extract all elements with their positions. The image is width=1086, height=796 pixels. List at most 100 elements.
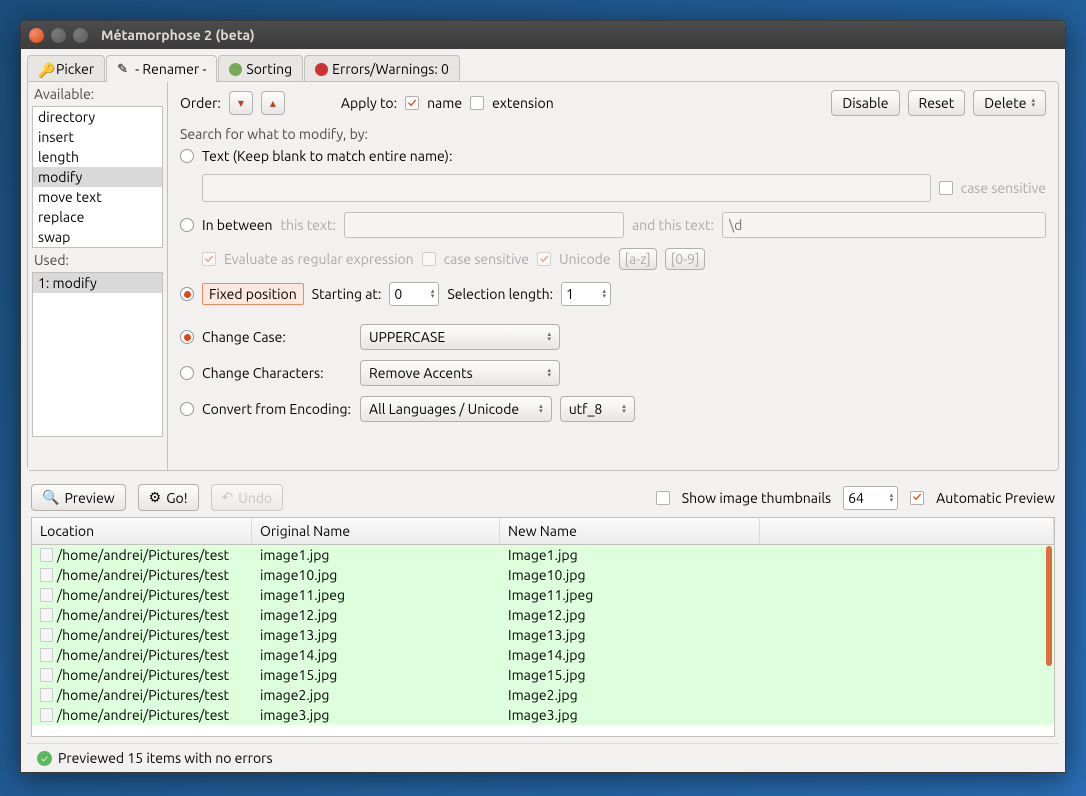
file-icon bbox=[40, 588, 53, 602]
between-start-input[interactable] bbox=[344, 212, 624, 238]
titlebar[interactable]: Métamorphose 2 (beta) bbox=[21, 21, 1065, 49]
sort-icon bbox=[229, 63, 242, 76]
apply-name-checkbox[interactable] bbox=[405, 96, 419, 110]
show-thumbnails-checkbox[interactable] bbox=[656, 491, 670, 505]
change-case-dropdown[interactable]: UPPERCASE ▴▾ bbox=[360, 324, 560, 350]
file-icon bbox=[40, 688, 53, 702]
maximize-icon[interactable] bbox=[73, 28, 88, 43]
main-panel: Order: ▾ ▴ Apply to: name extension Disa… bbox=[168, 82, 1058, 470]
renamer-panel: Available: directory insert length modif… bbox=[27, 81, 1059, 471]
case-sensitive-checkbox-2[interactable] bbox=[422, 252, 436, 266]
col-original-name[interactable]: Original Name bbox=[252, 518, 500, 544]
go-button[interactable]: ⚙ Go! bbox=[138, 484, 199, 511]
table-row[interactable]: /home/andrei/Pictures/testimage12.jpgIma… bbox=[32, 605, 1054, 625]
minimize-icon[interactable] bbox=[51, 28, 66, 43]
encoding-target-dropdown[interactable]: utf_8 ▴▾ bbox=[560, 396, 635, 422]
apply-extension-checkbox[interactable] bbox=[470, 96, 484, 110]
go-icon: ⚙ bbox=[149, 489, 162, 506]
change-chars-dropdown[interactable]: Remove Accents ▴▾ bbox=[360, 360, 560, 386]
table-row[interactable]: /home/andrei/Pictures/testimage3.jpgImag… bbox=[32, 705, 1054, 725]
used-list[interactable]: 1: modify bbox=[32, 272, 163, 437]
n09-button[interactable]: [0-9] bbox=[665, 248, 706, 270]
key-icon: 🔑 bbox=[38, 62, 52, 76]
delete-button[interactable]: Delete ▴▾ bbox=[973, 90, 1046, 116]
table-row[interactable]: /home/andrei/Pictures/testimage11.jpegIm… bbox=[32, 585, 1054, 605]
chevron-updown-icon: ▴▾ bbox=[547, 332, 551, 342]
table-row[interactable]: /home/andrei/Pictures/testimage10.jpgIma… bbox=[32, 565, 1054, 585]
status-text: Previewed 15 items with no errors bbox=[58, 750, 273, 766]
between-end-input[interactable] bbox=[722, 212, 1046, 238]
main-tabs: 🔑 Picker ✎ - Renamer - Sorting Errors/Wa… bbox=[21, 49, 1065, 82]
auto-preview-checkbox[interactable] bbox=[910, 491, 924, 505]
tab-renamer[interactable]: ✎ - Renamer - bbox=[106, 55, 217, 82]
undo-button[interactable]: ↶ Undo bbox=[211, 484, 284, 511]
col-location[interactable]: Location bbox=[32, 518, 252, 544]
radio-fixed-position[interactable] bbox=[180, 287, 194, 301]
table-row[interactable]: /home/andrei/Pictures/testimage15.jpgIma… bbox=[32, 665, 1054, 685]
search-section-label: Search for what to modify, by: bbox=[180, 126, 1046, 142]
avail-insert[interactable]: insert bbox=[33, 127, 162, 147]
table-header: Location Original Name New Name bbox=[32, 518, 1054, 545]
renamer-icon: ✎ bbox=[117, 62, 131, 76]
file-icon bbox=[40, 628, 53, 642]
avail-swap[interactable]: swap bbox=[33, 227, 162, 247]
table-row[interactable]: /home/andrei/Pictures/testimage13.jpgIma… bbox=[32, 625, 1054, 645]
preview-button[interactable]: 🔍 Preview bbox=[31, 484, 126, 511]
file-icon bbox=[40, 668, 53, 682]
close-icon[interactable] bbox=[29, 28, 44, 43]
chevron-updown-icon: ▴▾ bbox=[547, 368, 551, 378]
avail-replace[interactable]: replace bbox=[33, 207, 162, 227]
col-rest bbox=[760, 518, 1054, 544]
text-match-input[interactable] bbox=[202, 174, 931, 202]
apply-to-label: Apply to: bbox=[341, 95, 397, 111]
radio-change-case[interactable] bbox=[180, 330, 194, 344]
tab-picker[interactable]: 🔑 Picker bbox=[27, 55, 105, 82]
unicode-checkbox[interactable] bbox=[537, 252, 551, 266]
radio-in-between[interactable] bbox=[180, 218, 194, 232]
disable-button[interactable]: Disable bbox=[831, 90, 899, 116]
fixed-position-label: Fixed position bbox=[202, 283, 304, 305]
radio-change-chars[interactable] bbox=[180, 366, 194, 380]
avail-move-text[interactable]: move text bbox=[33, 187, 162, 207]
case-sensitive-checkbox-1[interactable] bbox=[939, 181, 953, 195]
eval-regex-checkbox[interactable] bbox=[202, 252, 216, 266]
tab-sorting[interactable]: Sorting bbox=[218, 55, 303, 82]
sidebar: Available: directory insert length modif… bbox=[28, 82, 168, 470]
order-down-button[interactable]: ▾ bbox=[229, 91, 253, 115]
table-row[interactable]: /home/andrei/Pictures/testimage1.jpgImag… bbox=[32, 545, 1054, 565]
used-modify[interactable]: 1: modify bbox=[33, 273, 162, 293]
spinner-icon[interactable]: ▴▾ bbox=[890, 493, 894, 503]
col-new-name[interactable]: New Name bbox=[500, 518, 760, 544]
avail-length[interactable]: length bbox=[33, 147, 162, 167]
spinner-icon[interactable]: ▴▾ bbox=[603, 289, 607, 299]
available-label: Available: bbox=[28, 82, 167, 106]
scrollbar[interactable] bbox=[1046, 546, 1052, 666]
tab-errors[interactable]: Errors/Warnings: 0 bbox=[304, 55, 460, 82]
undo-icon: ↶ bbox=[222, 489, 234, 506]
avail-directory[interactable]: directory bbox=[33, 107, 162, 127]
chevron-updown-icon: ▴▾ bbox=[622, 404, 626, 414]
starting-at-input[interactable]: 0 ▴▾ bbox=[389, 282, 439, 306]
avail-modify[interactable]: modify bbox=[33, 167, 162, 187]
available-list[interactable]: directory insert length modify move text… bbox=[32, 106, 163, 248]
encoding-source-dropdown[interactable]: All Languages / Unicode ▴▾ bbox=[360, 396, 552, 422]
error-icon bbox=[315, 63, 328, 76]
thumbnail-size-input[interactable]: 64 ▴▾ bbox=[843, 486, 898, 510]
az-button[interactable]: [a-z] bbox=[619, 248, 657, 270]
app-window: Métamorphose 2 (beta) 🔑 Picker ✎ - Renam… bbox=[20, 20, 1066, 773]
table-row[interactable]: /home/andrei/Pictures/testimage14.jpgIma… bbox=[32, 645, 1054, 665]
spinner-icon[interactable]: ▴▾ bbox=[431, 289, 435, 299]
file-icon bbox=[40, 568, 53, 582]
radio-convert-encoding[interactable] bbox=[180, 402, 194, 416]
selection-length-input[interactable]: 1 ▴▾ bbox=[561, 282, 611, 306]
radio-text[interactable] bbox=[180, 149, 194, 163]
file-icon bbox=[40, 608, 53, 622]
chevron-updown-icon: ▴▾ bbox=[539, 404, 543, 414]
file-icon bbox=[40, 648, 53, 662]
order-up-button[interactable]: ▴ bbox=[261, 91, 285, 115]
order-label: Order: bbox=[180, 95, 221, 111]
results-table[interactable]: Location Original Name New Name /home/an… bbox=[31, 517, 1055, 737]
reset-button[interactable]: Reset bbox=[908, 90, 966, 116]
file-icon bbox=[40, 548, 53, 562]
table-row[interactable]: /home/andrei/Pictures/testimage2.jpgImag… bbox=[32, 685, 1054, 705]
